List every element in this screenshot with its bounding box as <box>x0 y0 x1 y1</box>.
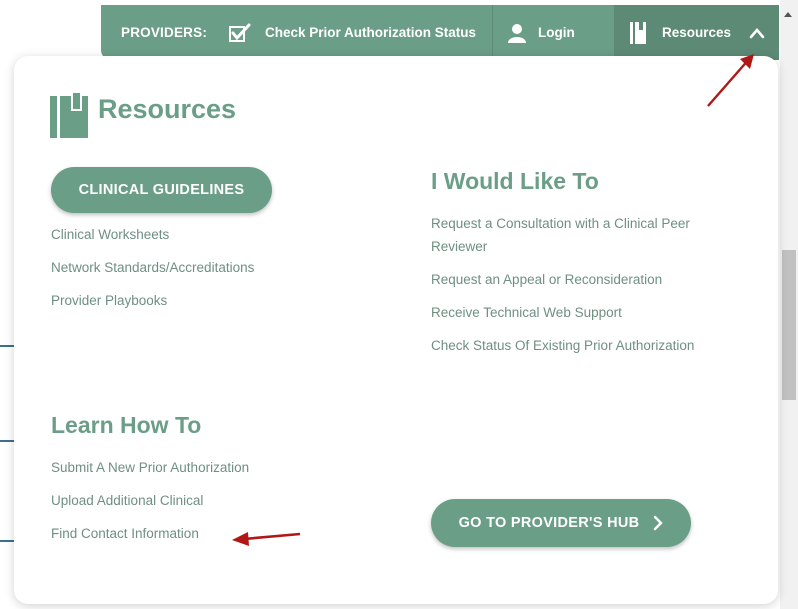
scrollbar-up-arrow[interactable] <box>784 12 792 17</box>
check-prior-auth-status-label: Check Prior Authorization Status <box>265 25 477 40</box>
request-consultation-link[interactable]: Request a Consultation with a Clinical P… <box>431 213 690 235</box>
providers-hub-label: GO TO PROVIDER'S HUB <box>458 515 640 531</box>
background-divider <box>0 540 14 542</box>
i-would-like-to-heading: I Would Like To <box>431 168 599 194</box>
chevron-up-icon <box>749 27 765 38</box>
request-consultation-link-continued[interactable]: Reviewer <box>431 236 487 258</box>
background-divider <box>0 345 14 347</box>
network-standards-link[interactable]: Network Standards/Accreditations <box>51 257 254 279</box>
technical-web-support-link[interactable]: Receive Technical Web Support <box>431 302 622 324</box>
learn-how-to-heading: Learn How To <box>51 412 202 438</box>
provider-playbooks-link[interactable]: Provider Playbooks <box>51 290 167 312</box>
providers-label: PROVIDERS: <box>121 25 208 40</box>
scrollbar-thumb[interactable] <box>782 250 796 400</box>
resources-menu-toggle[interactable]: Resources <box>613 5 779 60</box>
resources-title: Resources <box>98 94 237 124</box>
providers-nav-bar: PROVIDERS: Check Prior Authorization Sta… <box>101 5 779 60</box>
book-icon <box>629 21 646 44</box>
login-label: Login <box>538 25 575 40</box>
clinical-guidelines-button[interactable]: CLINICAL GUIDELINES <box>51 167 272 213</box>
submit-prior-auth-link[interactable]: Submit A New Prior Authorization <box>51 457 249 479</box>
go-to-providers-hub-button[interactable]: GO TO PROVIDER'S HUB <box>431 499 691 547</box>
checkbox-icon <box>229 23 251 42</box>
chevron-right-icon <box>654 515 664 531</box>
request-appeal-link[interactable]: Request an Appeal or Reconsideration <box>431 269 662 291</box>
background-divider <box>0 440 14 442</box>
check-prior-auth-status-link[interactable]: Check Prior Authorization Status <box>229 5 492 60</box>
upload-additional-clinical-link[interactable]: Upload Additional Clinical <box>51 490 203 512</box>
clinical-worksheets-link[interactable]: Clinical Worksheets <box>51 224 169 246</box>
login-link[interactable]: Login <box>492 5 591 60</box>
resources-label: Resources <box>661 25 731 40</box>
check-existing-prior-auth-link[interactable]: Check Status Of Existing Prior Authoriza… <box>431 335 694 357</box>
user-icon <box>508 23 527 43</box>
book-icon <box>50 92 88 138</box>
find-contact-information-link[interactable]: Find Contact Information <box>51 523 199 545</box>
